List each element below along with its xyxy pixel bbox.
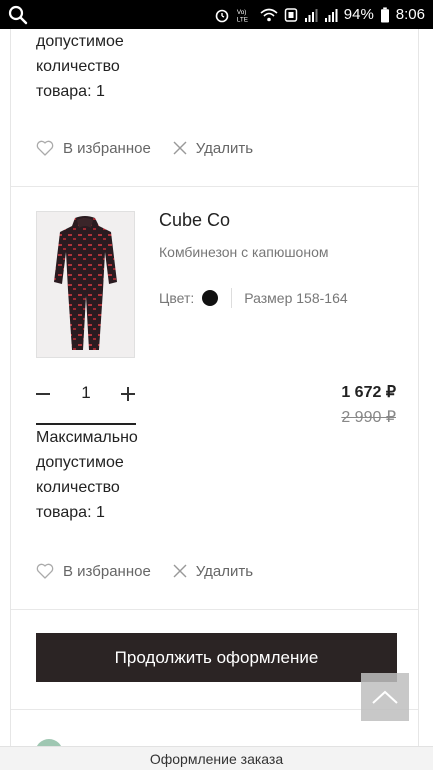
battery-percent: 94%: [343, 6, 374, 23]
chevron-up-icon: [372, 690, 398, 704]
signal-icon: [324, 8, 338, 22]
decrease-quantity-button[interactable]: [36, 379, 52, 409]
cart-list: допустимое количество товара: 1 В избран…: [10, 29, 419, 746]
limit-text-line: количество: [36, 58, 120, 75]
nfc-icon: [284, 7, 298, 22]
battery-icon: [380, 6, 389, 23]
svg-text:Vo): Vo): [237, 9, 246, 16]
delete-button[interactable]: Удалить: [173, 140, 253, 157]
bottom-bar-title: Оформление заказа: [149, 750, 284, 767]
divider: [11, 709, 418, 710]
bottom-bar: Оформление заказа: [0, 746, 433, 770]
add-to-favorites-button[interactable]: В избранное: [36, 140, 151, 157]
delete-button[interactable]: Удалить: [173, 563, 253, 580]
attribute-separator: [231, 288, 233, 308]
alarm-icon: [215, 9, 229, 22]
item-actions: В избранное Удалить: [36, 136, 275, 160]
favorites-label: В избранное: [63, 562, 151, 580]
limit-text-line: Максимально: [36, 429, 138, 446]
plus-icon: [121, 387, 135, 401]
status-icons: Vo) LTE 94% 8:06: [214, 0, 425, 29]
product-attributes: Цвет: Размер 158-164: [159, 287, 348, 309]
clock: 8:06: [395, 6, 425, 23]
search-icon[interactable]: [8, 5, 28, 25]
old-price: 2 990 ₽: [341, 409, 396, 426]
limit-text-line: допустимое: [36, 33, 124, 50]
close-icon: [173, 141, 187, 155]
favorites-label: В избранное: [63, 139, 151, 157]
svg-text:LTE: LTE: [237, 16, 248, 23]
divider: [11, 186, 418, 187]
continue-checkout-button[interactable]: Продолжить оформление: [36, 633, 397, 682]
product-name[interactable]: Комбинезон с капюшоном: [159, 244, 328, 260]
status-bar: Vo) LTE 94% 8:06: [0, 0, 433, 29]
limit-text-line: допустимое: [36, 454, 124, 471]
delete-label: Удалить: [195, 139, 254, 157]
product-brand[interactable]: Cube Co: [159, 210, 230, 231]
scroll-to-top-button[interactable]: [361, 673, 409, 721]
heart-icon: [36, 140, 54, 156]
color-label: Цвет:: [159, 290, 195, 306]
current-price: 1 672 ₽: [341, 384, 396, 401]
limit-text-line: товара: 1: [36, 504, 105, 521]
increase-quantity-button[interactable]: [121, 379, 137, 409]
heart-icon: [36, 563, 54, 579]
quantity-stepper: 1: [36, 379, 136, 429]
limit-text-line: количество: [36, 479, 120, 496]
item-actions: В избранное Удалить: [36, 559, 275, 583]
jumpsuit-image: [54, 216, 117, 350]
volte-icon: Vo) LTE: [237, 9, 248, 23]
add-to-favorites-button[interactable]: В избранное: [36, 563, 151, 580]
product-image[interactable]: [36, 211, 135, 358]
quantity-value[interactable]: 1: [74, 383, 98, 403]
divider: [11, 609, 418, 610]
minus-icon: [36, 393, 50, 395]
signal-icon: [304, 8, 318, 22]
close-icon: [173, 564, 187, 578]
delete-label: Удалить: [195, 562, 254, 580]
limit-text-line: товара: 1: [36, 83, 105, 100]
size-label: Размер 158-164: [244, 290, 348, 306]
color-swatch: [202, 290, 219, 306]
wifi-icon: [260, 8, 278, 21]
